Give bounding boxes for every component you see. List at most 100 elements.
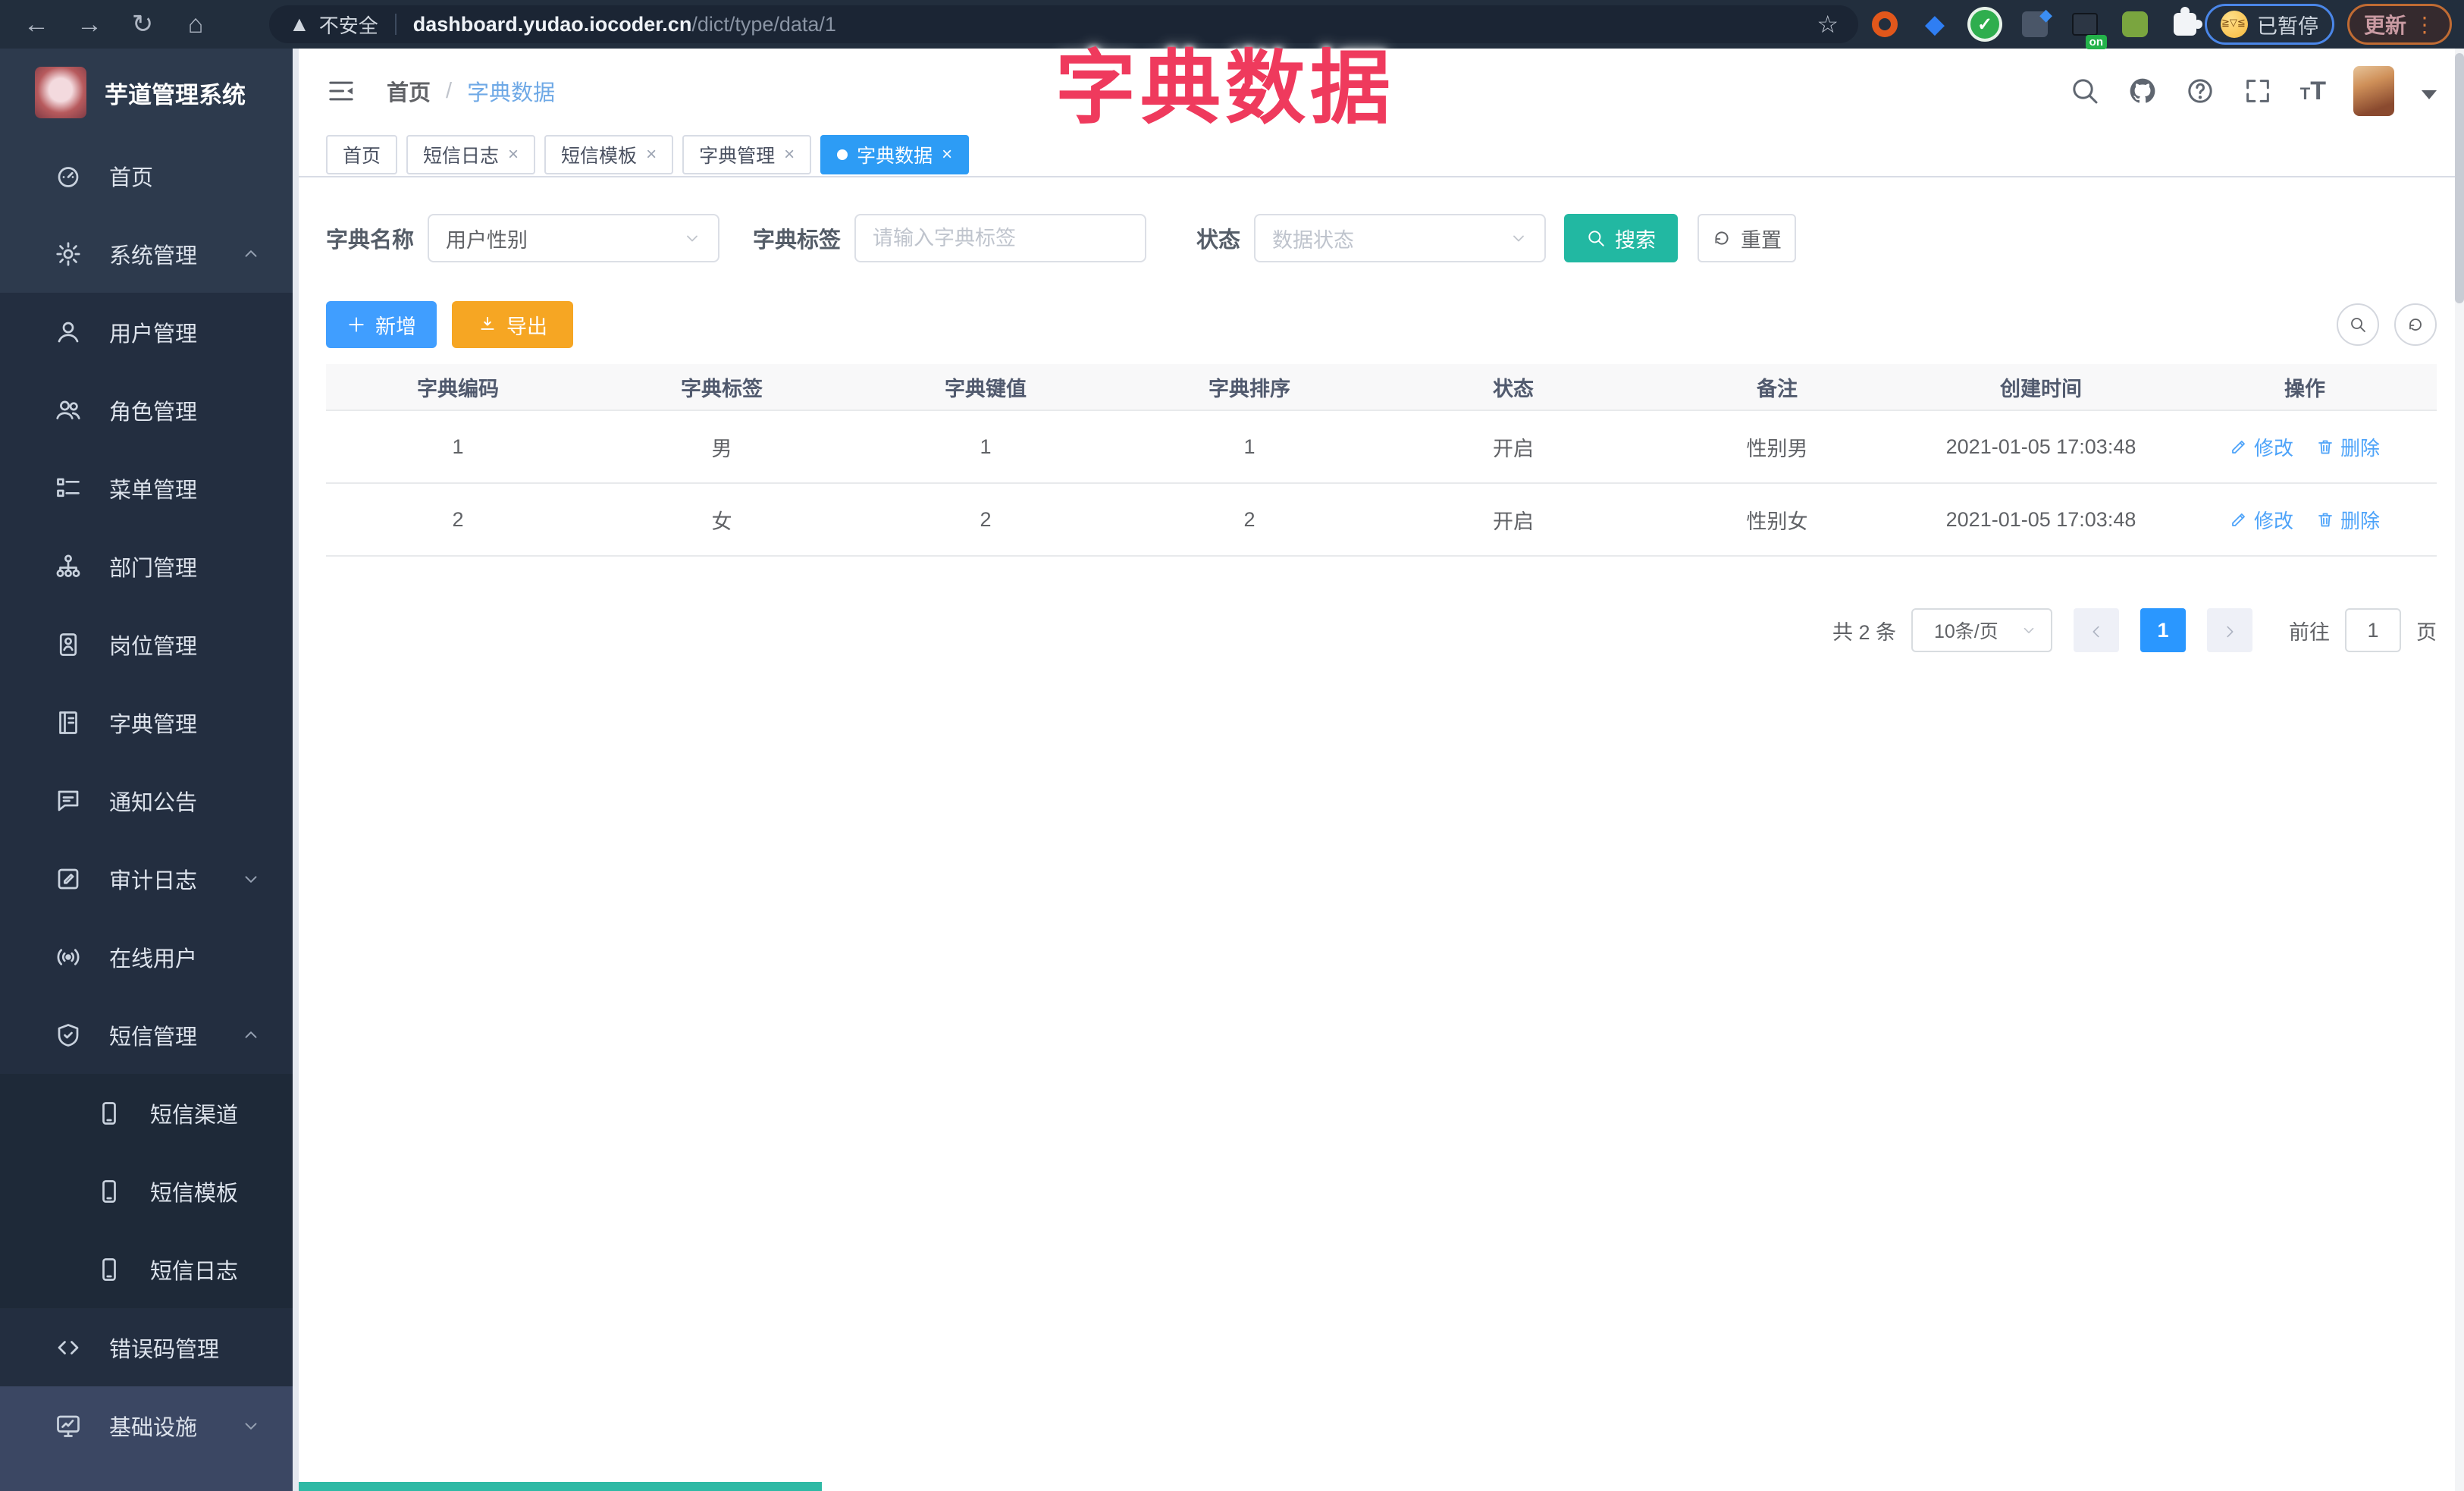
page-button-1[interactable]: 1 bbox=[2140, 608, 2186, 652]
browser-menu-dots-icon[interactable]: ⋮ bbox=[2414, 12, 2435, 37]
sidebar-item-错误码管理[interactable]: 错误码管理 bbox=[0, 1308, 293, 1386]
sidebar-item-短信管理[interactable]: 短信管理 bbox=[0, 996, 293, 1074]
prev-page-button[interactable] bbox=[2074, 608, 2119, 652]
tab-label: 短信模板 bbox=[561, 146, 638, 167]
forward-icon[interactable]: → bbox=[73, 10, 106, 39]
sidebar-item-短信模板[interactable]: 短信模板 bbox=[0, 1152, 293, 1230]
puzzle-extensions-icon[interactable] bbox=[2169, 7, 2202, 40]
status-select[interactable]: 数据状态 bbox=[1254, 214, 1547, 262]
delete-link[interactable]: 删除 bbox=[2316, 506, 2380, 534]
close-tab-icon[interactable]: × bbox=[508, 144, 519, 165]
sidebar-item-角色管理[interactable]: 角色管理 bbox=[0, 371, 293, 449]
extension-icon[interactable]: ◆ bbox=[1919, 8, 1951, 40]
column-header: 字典编码 bbox=[417, 377, 499, 400]
dict-data-table: 字典编码 字典标签 字典键值 字典排序 状态 备注 创建时间 操作 1 男 1 1 开启 性别男 2021… bbox=[326, 364, 2437, 557]
sidebar-item-基础设施[interactable]: 基础设施 bbox=[0, 1386, 293, 1464]
reset-button-label: 重置 bbox=[1741, 228, 1782, 252]
sidebar-item-短信渠道[interactable]: 短信渠道 bbox=[0, 1074, 293, 1152]
url-path: /dict/type/data/1 bbox=[691, 12, 836, 36]
update-browser-button[interactable]: 更新 ⋮ bbox=[2347, 4, 2452, 45]
refresh-table-button[interactable] bbox=[2394, 303, 2437, 346]
dict-name-select[interactable]: 用户性别 bbox=[428, 214, 720, 262]
app-logo[interactable]: 芋道管理系统 bbox=[0, 49, 299, 137]
extension-icon[interactable]: on bbox=[2069, 8, 2107, 49]
sidebar-item-在线用户[interactable]: 在线用户 bbox=[0, 918, 293, 996]
tab-字典管理[interactable]: 字典管理 × bbox=[682, 135, 812, 174]
add-button[interactable]: 新增 bbox=[326, 301, 437, 348]
sidebar-item-label: 通知公告 bbox=[109, 790, 198, 815]
delete-link[interactable]: 删除 bbox=[2316, 433, 2380, 461]
bookmark-star-icon[interactable]: ☆ bbox=[1817, 10, 1839, 39]
sidebar-item-系统管理[interactable]: 系统管理 bbox=[0, 215, 293, 293]
fullscreen-icon[interactable] bbox=[2243, 76, 2273, 106]
table-toolbar: 新增 导出 bbox=[326, 301, 2437, 348]
security-label[interactable]: 不安全 bbox=[319, 11, 378, 39]
close-tab-icon[interactable]: × bbox=[646, 144, 657, 165]
breadcrumb: 首页 / 字典数据 bbox=[387, 75, 555, 107]
chevron-down-icon bbox=[2020, 622, 2037, 639]
table-row: 2 女 2 2 开启 性别女 2021-01-05 17:03:48 修改 删除 bbox=[326, 484, 2437, 557]
sidebar-item-部门管理[interactable]: 部门管理 bbox=[0, 527, 293, 605]
sidebar-item-首页[interactable]: 首页 bbox=[0, 137, 293, 215]
dict-label-input[interactable] bbox=[854, 214, 1147, 262]
breadcrumb-home[interactable]: 首页 bbox=[387, 75, 431, 107]
search-button[interactable]: 搜索 bbox=[1564, 214, 1679, 262]
sidebar-item-菜单管理[interactable]: 菜单管理 bbox=[0, 449, 293, 527]
page-scrollbar[interactable] bbox=[2455, 49, 2464, 1491]
gear-icon bbox=[55, 240, 82, 268]
reset-button[interactable]: 重置 bbox=[1698, 214, 1797, 262]
reload-icon[interactable]: ↻ bbox=[126, 9, 159, 39]
extension-icon[interactable] bbox=[2119, 8, 2151, 40]
page-content: 字典名称 用户性别 字典标签 状态 数据状态 搜索 重置 bbox=[299, 177, 2464, 652]
home-icon[interactable]: ⌂ bbox=[179, 10, 212, 39]
tab-短信日志[interactable]: 短信日志 × bbox=[406, 135, 536, 174]
warning-icon: ▲ bbox=[289, 12, 310, 36]
shield-icon bbox=[55, 1022, 82, 1049]
font-size-icon[interactable]: TT bbox=[2300, 77, 2326, 106]
chevron-down-icon[interactable] bbox=[2422, 90, 2437, 99]
back-icon[interactable]: ← bbox=[20, 10, 53, 39]
toggle-search-button[interactable] bbox=[2337, 303, 2379, 346]
tab-短信模板[interactable]: 短信模板 × bbox=[544, 135, 674, 174]
phone-icon bbox=[96, 1100, 123, 1127]
horizontal-scrollbar-thumb[interactable] bbox=[299, 1482, 822, 1491]
sidebar-item-短信日志[interactable]: 短信日志 bbox=[0, 1230, 293, 1308]
sidebar-item-审计日志[interactable]: 审计日志 bbox=[0, 840, 293, 918]
sidebar-item-用户管理[interactable]: 用户管理 bbox=[0, 293, 293, 371]
search-icon[interactable] bbox=[2070, 76, 2100, 106]
goto-page-input[interactable] bbox=[2345, 608, 2401, 652]
cell-label: 男 bbox=[711, 437, 732, 460]
tab-首页[interactable]: 首页 bbox=[326, 135, 398, 174]
tab-字典数据[interactable]: 字典数据 × bbox=[820, 135, 970, 174]
sidebar-item-岗位管理[interactable]: 岗位管理 bbox=[0, 605, 293, 683]
edit-link[interactable]: 修改 bbox=[2230, 506, 2293, 534]
collapse-sidebar-icon[interactable] bbox=[326, 76, 356, 106]
status-label: 状态 bbox=[1196, 228, 1241, 253]
sidebar-item-label: 短信渠道 bbox=[150, 1103, 239, 1128]
extension-icon[interactable]: ✓ bbox=[1969, 8, 2001, 40]
user-avatar[interactable] bbox=[2353, 66, 2394, 116]
export-button[interactable]: 导出 bbox=[452, 301, 573, 348]
sidebar-item-label: 字典管理 bbox=[109, 712, 198, 737]
close-tab-icon[interactable]: × bbox=[942, 144, 952, 165]
table-body: 1 男 1 1 开启 性别男 2021-01-05 17:03:48 修改 删除 2 女 2 2 开启 性别… bbox=[326, 411, 2437, 557]
help-icon[interactable] bbox=[2185, 76, 2215, 106]
sidebar-item-通知公告[interactable]: 通知公告 bbox=[0, 761, 293, 840]
page-size-select[interactable]: 10条/页 bbox=[1911, 608, 2052, 652]
book-icon bbox=[55, 709, 82, 736]
extension-icon[interactable] bbox=[1869, 8, 1901, 40]
sidebar-scrollbar[interactable] bbox=[293, 49, 299, 1491]
github-icon[interactable] bbox=[2127, 76, 2158, 106]
profile-paused-badge[interactable]: 已暂停 bbox=[2205, 4, 2334, 45]
sidebar-item-字典管理[interactable]: 字典管理 bbox=[0, 683, 293, 761]
chevron-up-icon bbox=[241, 244, 261, 264]
chevron-up-icon bbox=[241, 1025, 261, 1045]
url-domain: dashboard.yudao.iocoder.cn bbox=[412, 12, 692, 36]
org-tree-icon bbox=[55, 553, 82, 580]
search-icon bbox=[1586, 228, 1606, 248]
next-page-button[interactable] bbox=[2207, 608, 2252, 652]
close-tab-icon[interactable]: × bbox=[784, 144, 795, 165]
edit-link[interactable]: 修改 bbox=[2230, 433, 2293, 461]
id-badge-icon bbox=[55, 631, 82, 658]
extension-icon[interactable] bbox=[2019, 5, 2052, 40]
